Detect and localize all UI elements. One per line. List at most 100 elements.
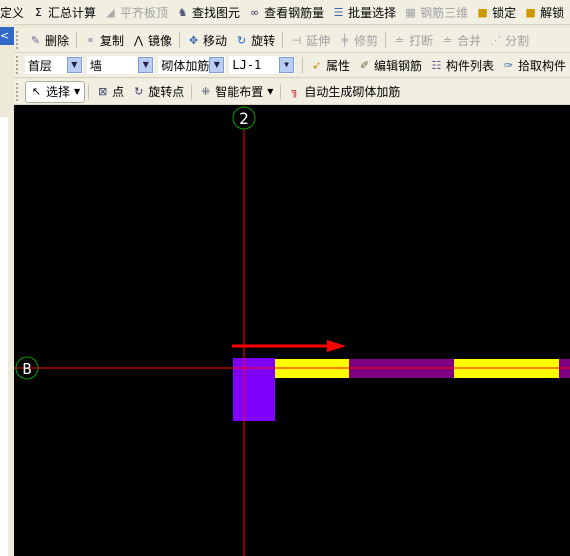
auto-generate-icon: ╗ — [291, 85, 299, 98]
label: 旋转 — [251, 33, 276, 48]
label: 旋转点 — [148, 85, 185, 99]
delete-button[interactable]: ✎ 删除 — [25, 30, 73, 50]
pick-component-button[interactable]: ✑ 拾取构件 — [498, 55, 570, 75]
label: 解锁 — [540, 5, 565, 20]
chevron-down-icon[interactable]: ▼ — [66, 57, 82, 73]
binoculars-icon: ♞ — [177, 5, 188, 19]
edit-rebar-button[interactable]: ✐ 编辑钢筋 — [354, 55, 426, 75]
label: 汇总计算 — [48, 5, 97, 20]
chevron-down-icon[interactable]: ▼ — [138, 57, 154, 73]
direction-arrow-icon — [327, 340, 346, 352]
category-select[interactable]: 墙 ▼ — [86, 56, 155, 74]
separator — [76, 32, 78, 48]
label: 锁定 — [492, 5, 517, 20]
summary-calc-button[interactable]: Σ 汇总计算 — [28, 2, 100, 22]
find-element-button[interactable]: ♞ 查找图元 — [172, 2, 244, 22]
label: 镜像 — [148, 33, 173, 48]
label: 查找图元 — [192, 5, 241, 20]
toolbar-grip[interactable] — [16, 31, 21, 49]
align-top-button[interactable]: ◢ 平齐板顶 — [100, 2, 172, 22]
trim-icon: ╪ — [341, 33, 348, 47]
view-rebar-button[interactable]: ∞ 查看钢筋量 — [244, 2, 328, 22]
lock-icon: ■ — [477, 5, 488, 19]
extend-button[interactable]: ⊣ 延伸 — [286, 30, 334, 50]
category-value: 墙 — [89, 58, 102, 73]
label: 钢筋三维 — [420, 5, 469, 20]
collapse-panel-button[interactable]: < — [0, 27, 14, 45]
component-select[interactable]: LJ-1 ▼ — [229, 56, 295, 74]
floor-select[interactable]: 首层 ▼ — [24, 56, 83, 74]
label: 编辑钢筋 — [373, 58, 422, 73]
eyedropper-icon: ✑ — [503, 58, 514, 72]
move-button[interactable]: ✥ 移动 — [183, 30, 231, 50]
drawing-canvas[interactable]: 2 B — [14, 105, 570, 556]
split-button[interactable]: ⋰ 分割 — [485, 30, 533, 50]
chevron-down-icon[interactable]: ▼ — [209, 57, 225, 73]
chevron-down-icon[interactable]: ▼ — [278, 57, 294, 73]
auto-generate-button[interactable]: ╗ 自动生成砌体加筋 — [284, 82, 404, 102]
toolbar-grip[interactable] — [16, 82, 21, 101]
lock-button[interactable]: ■ 锁定 — [472, 2, 520, 22]
split-icon: ⋰ — [490, 33, 502, 47]
cursor-icon: ↖ — [31, 85, 42, 98]
trim-button[interactable]: ╪ 修剪 — [334, 30, 382, 50]
batch-select-button[interactable]: ☰ 批量选择 — [328, 2, 400, 22]
copy-icon: ⚬ — [85, 33, 96, 47]
merge-button[interactable]: ≐ 合并 — [437, 30, 485, 50]
label: 点 — [112, 85, 125, 99]
label: 合并 — [457, 33, 482, 48]
component-list-button[interactable]: ☷ 构件列表 — [426, 55, 498, 75]
break-icon: ≐ — [395, 33, 405, 47]
list-icon: ☷ — [431, 58, 442, 72]
rotate-icon: ↻ — [236, 33, 247, 47]
eraser-icon: ✎ — [30, 33, 41, 47]
label: 构件列表 — [445, 58, 494, 73]
smart-layout-button[interactable]: ⁜ 智能布置 ▼ — [195, 82, 277, 102]
separator — [280, 83, 282, 100]
label: 查看钢筋量 — [264, 5, 325, 20]
align-top-icon: ◢ — [106, 5, 115, 19]
point-button[interactable]: ⊠ 点 — [92, 82, 128, 102]
toolbar-grip[interactable] — [16, 56, 21, 74]
separator — [385, 32, 387, 48]
label: 拾取构件 — [517, 58, 566, 73]
main-toolbar: 定义 Σ 汇总计算 ◢ 平齐板顶 ♞ 查找图元 ∞ 查看钢筋量 ☰ 批量选择 ▦ 钢筋三维 … — [0, 0, 570, 25]
extend-icon: ⊣ — [291, 33, 302, 47]
rebar-3d-icon: ▦ — [405, 5, 416, 19]
type-value: 砌体加筋 — [161, 58, 210, 73]
label: 打断 — [409, 33, 434, 48]
separator — [191, 83, 193, 100]
rebar-3d-button[interactable]: ▦ 钢筋三维 — [400, 2, 472, 22]
break-button[interactable]: ≐ 打断 — [389, 30, 437, 50]
copy-button[interactable]: ⚬ 复制 — [80, 30, 128, 50]
properties-button[interactable]: ➶ 属性 — [306, 55, 354, 75]
column[interactable] — [233, 358, 275, 421]
define-button[interactable]: 定义 — [0, 2, 28, 22]
rotate-point-icon: ↻ — [134, 85, 144, 98]
axis-label-b: B — [22, 360, 31, 378]
type-select[interactable]: 砌体加筋 ▼ — [158, 56, 226, 74]
chevron-down-icon[interactable]: ▼ — [267, 87, 273, 96]
separator — [282, 32, 284, 48]
chevron-down-icon[interactable]: ▼ — [74, 87, 80, 96]
select-button[interactable]: ↖ 选择 ▼ — [25, 80, 86, 103]
label: 删除 — [45, 33, 70, 48]
left-panel: < — [0, 24, 14, 556]
unlock-button[interactable]: ■ 解锁 — [520, 2, 568, 22]
label: 平齐板顶 — [120, 5, 169, 20]
mirror-button[interactable]: ⋀ 镜像 — [128, 30, 176, 50]
label: 修剪 — [354, 33, 379, 48]
edit-toolbar: ✎ 删除 ⚬ 复制 ⋀ 镜像 ✥ 移动 ↻ 旋转 ⊣ 延伸 ╪ 修剪 ≐ 打断 ≐ 合并 ⋰ 分割 — [14, 28, 570, 53]
label: 属性 — [325, 58, 350, 73]
label: 复制 — [100, 33, 125, 48]
rotate-button[interactable]: ↻ 旋转 — [231, 30, 279, 50]
separator — [88, 83, 90, 100]
label: 延伸 — [306, 33, 331, 48]
glasses-icon: ∞ — [249, 5, 260, 19]
properties-icon: ➶ — [311, 58, 322, 72]
unlock-icon: ■ — [525, 5, 536, 19]
smart-layout-icon: ⁜ — [201, 85, 211, 98]
rotate-point-button[interactable]: ↻ 旋转点 — [128, 82, 188, 102]
edit-rebar-icon: ✐ — [359, 58, 370, 72]
label: 选择 — [46, 85, 71, 99]
